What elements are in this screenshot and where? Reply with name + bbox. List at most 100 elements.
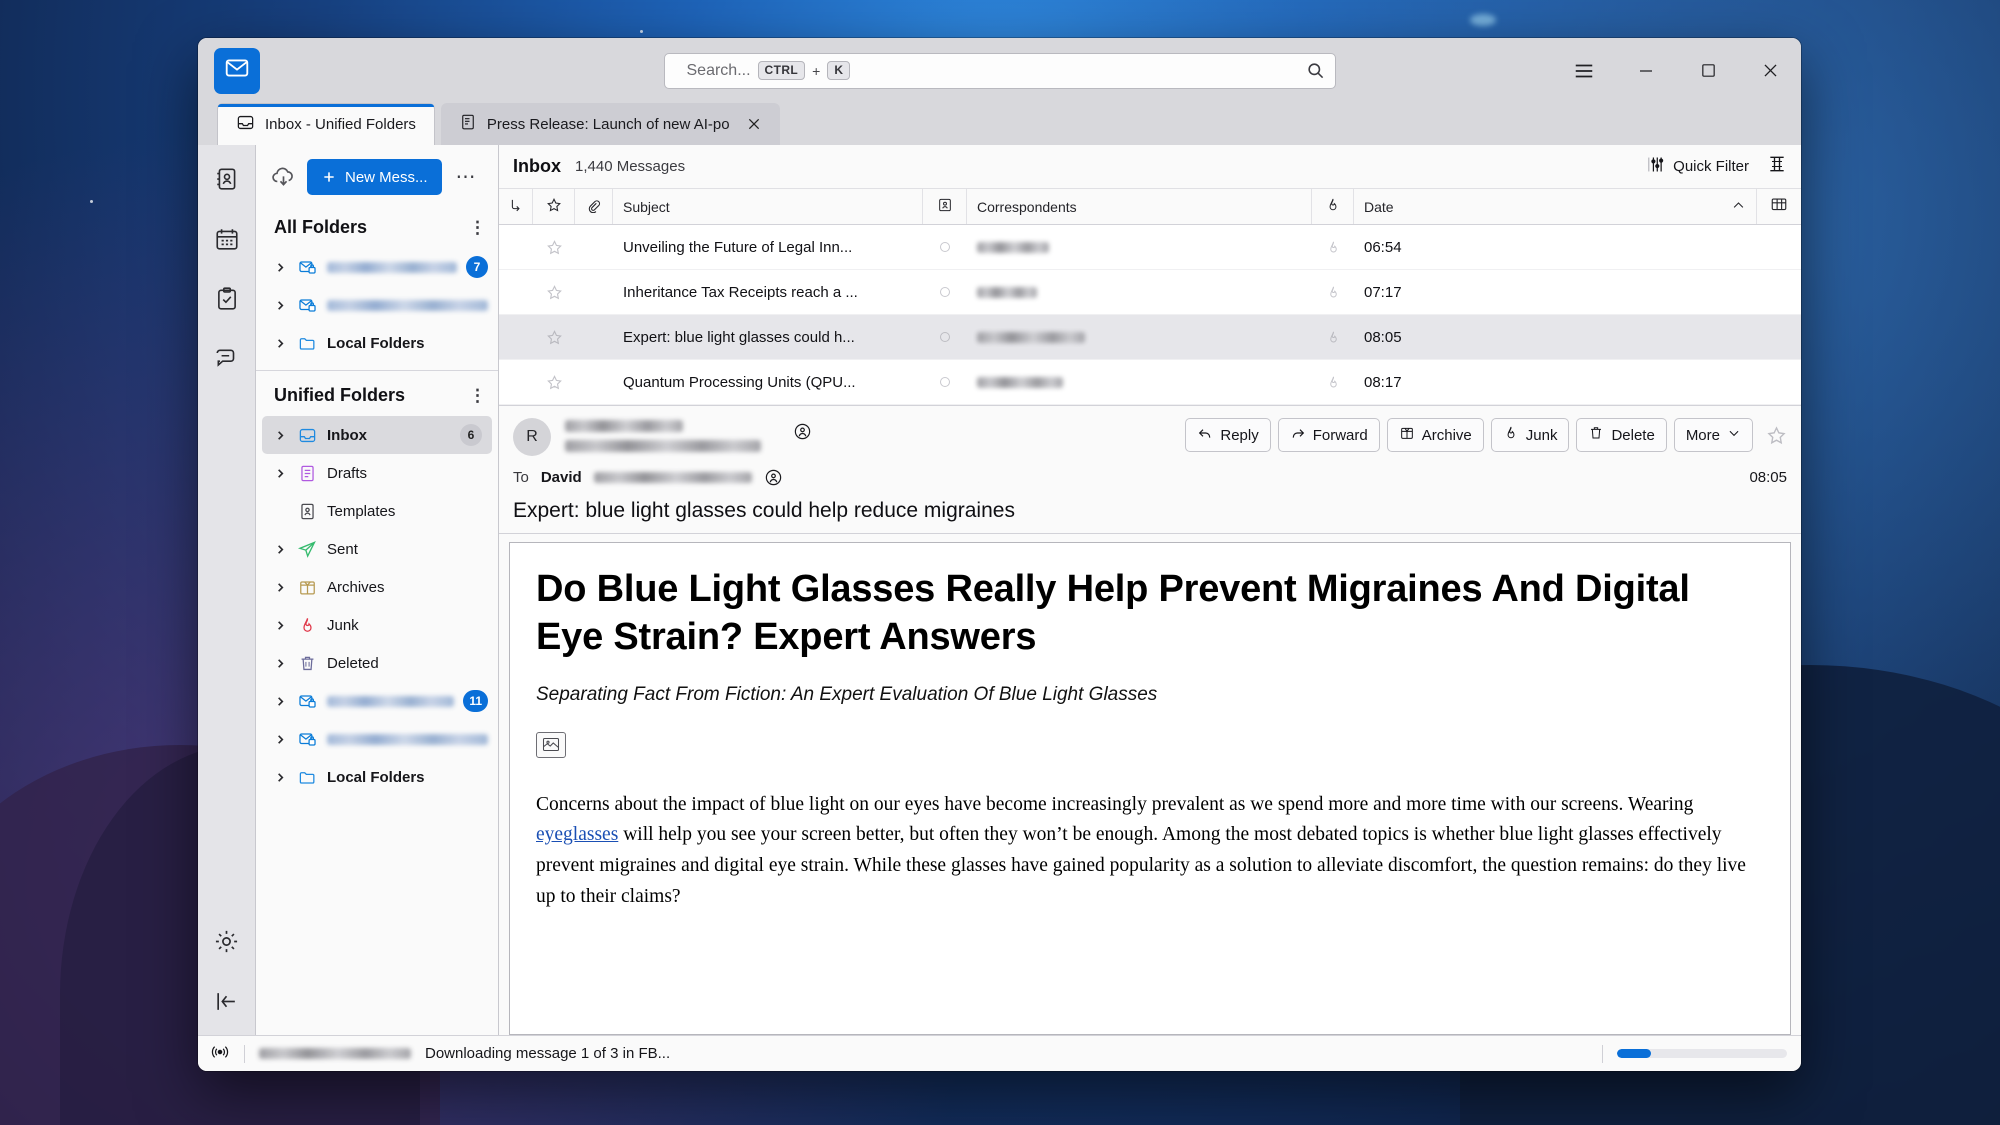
folder-icon (296, 768, 318, 787)
all-folders-kebab-icon[interactable]: ⋮ (469, 218, 486, 238)
new-message-button[interactable]: New Mess... (307, 159, 442, 195)
forward-button[interactable]: Forward (1277, 418, 1380, 452)
column-subject[interactable]: Subject (613, 189, 923, 224)
app-logo (214, 47, 260, 94)
message-subject: Unveiling the Future of Legal Inn... (623, 238, 853, 256)
recipient-line: To David 08:05 (513, 468, 1787, 487)
row-star-button[interactable] (533, 270, 575, 314)
templates-icon (296, 502, 318, 521)
add-contact-icon[interactable] (764, 468, 783, 487)
message-body: Do Blue Light Glasses Really Help Preven… (509, 542, 1791, 1035)
folder-row-junk[interactable]: Junk (256, 606, 498, 644)
cloud-download-icon[interactable] (270, 164, 297, 191)
title-bar: Search... CTRL + K (198, 38, 1801, 103)
message-row[interactable]: Inheritance Tax Receipts reach a ... 07:… (499, 270, 1801, 315)
status-bar: Downloading message 1 of 3 in FB... (198, 1035, 1801, 1071)
row-star-button[interactable] (533, 225, 575, 269)
article-paragraph: Concerns about the impact of blue light … (536, 790, 1764, 913)
column-thread[interactable] (499, 189, 533, 224)
junk-button[interactable]: Junk (1490, 418, 1570, 452)
row-star-button[interactable] (533, 360, 575, 404)
message-row-selected[interactable]: Expert: blue light glasses could h... 08… (499, 315, 1801, 360)
collapse-left-icon[interactable] (207, 981, 247, 1021)
maximize-button[interactable] (1677, 38, 1739, 103)
column-picker-button[interactable] (1757, 189, 1801, 224)
chevron-right-icon[interactable] (274, 582, 287, 593)
close-icon[interactable] (746, 116, 762, 132)
message-row[interactable]: Quantum Processing Units (QPU... 08:17 (499, 360, 1801, 405)
chevron-right-icon[interactable] (274, 620, 287, 631)
display-options-icon[interactable] (1767, 154, 1787, 179)
message-subject: Expert: blue light glasses could h... (623, 328, 855, 346)
eyeglasses-link[interactable]: eyeglasses (536, 824, 618, 845)
folder-row-inbox[interactable]: Inbox 6 (262, 416, 492, 454)
address-book-icon[interactable] (207, 159, 247, 199)
folder-row-drafts[interactable]: Drafts (256, 454, 498, 492)
folder-row-sent[interactable]: Sent (256, 530, 498, 568)
chevron-right-icon[interactable] (274, 734, 287, 745)
more-button[interactable]: More (1673, 418, 1753, 452)
article-subtitle: Separating Fact From Fiction: An Expert … (536, 683, 1158, 705)
folder-row[interactable] (256, 720, 498, 758)
chevron-right-icon[interactable] (274, 544, 287, 555)
sort-ascending-icon (1731, 198, 1746, 216)
chevron-right-icon[interactable] (274, 300, 287, 311)
chevron-right-icon[interactable] (274, 338, 287, 349)
close-button[interactable] (1739, 38, 1801, 103)
junk-icon (1503, 425, 1519, 445)
account-mail-icon (296, 258, 318, 277)
archive-button[interactable]: Archive (1386, 418, 1484, 452)
folder-row-templates[interactable]: Templates (256, 492, 498, 530)
tab-strip: Inbox - Unified Folders Press Release: L… (198, 103, 1801, 145)
tasks-icon[interactable] (207, 279, 247, 319)
tab-inbox-unified-folders[interactable]: Inbox - Unified Folders (217, 103, 435, 145)
folder-row[interactable]: 11 (256, 682, 498, 720)
quick-filter-button[interactable]: Quick Filter (1647, 156, 1749, 177)
folder-row-local-folders[interactable]: Local Folders (256, 324, 498, 362)
folder-more-button[interactable]: ⋯ (452, 167, 480, 187)
column-date[interactable]: Date (1354, 189, 1757, 224)
folder-row[interactable] (256, 286, 498, 324)
row-star-button[interactable] (533, 315, 575, 359)
archive-label: Archive (1421, 426, 1472, 444)
spaces-rail (198, 145, 256, 1035)
account-mail-icon (296, 296, 318, 315)
unified-folders-kebab-icon[interactable]: ⋮ (469, 386, 486, 406)
folder-row-archives[interactable]: Archives (256, 568, 498, 606)
search-input[interactable]: Search... CTRL + K (663, 52, 1336, 89)
chevron-right-icon[interactable] (274, 658, 287, 669)
column-tag[interactable] (923, 189, 967, 224)
column-attachment[interactable] (575, 189, 613, 224)
chevron-right-icon[interactable] (274, 430, 287, 441)
moon-glow (1470, 14, 1496, 26)
tab-press-release[interactable]: Press Release: Launch of new AI-po (440, 103, 780, 145)
column-star[interactable] (533, 189, 575, 224)
message-date: 08:17 (1364, 373, 1402, 391)
search-icon[interactable] (1306, 61, 1325, 80)
chevron-right-icon[interactable] (274, 696, 287, 707)
column-junk-status[interactable] (1312, 189, 1354, 224)
reply-button[interactable]: Reply (1185, 418, 1271, 452)
column-correspondents[interactable]: Correspondents (967, 189, 1312, 224)
star-icon[interactable] (1760, 425, 1787, 446)
minimize-button[interactable] (1615, 38, 1677, 103)
account-mail-icon (296, 730, 318, 749)
chevron-right-icon[interactable] (274, 772, 287, 783)
thread-icon (508, 198, 523, 216)
chat-icon[interactable] (207, 339, 247, 379)
unread-badge: 7 (466, 256, 488, 278)
folder-row-deleted[interactable]: Deleted (256, 644, 498, 682)
chevron-right-icon[interactable] (274, 262, 287, 273)
sent-icon (296, 539, 318, 559)
folder-row-local-folders[interactable]: Local Folders (256, 758, 498, 796)
calendar-icon[interactable] (207, 219, 247, 259)
folder-row[interactable]: 7 (256, 248, 498, 286)
add-contact-icon[interactable] (793, 422, 812, 441)
message-row[interactable]: Unveiling the Future of Legal Inn... 06:… (499, 225, 1801, 270)
junk-status-icon (1325, 197, 1341, 216)
chevron-right-icon[interactable] (274, 468, 287, 479)
hamburger-icon[interactable] (1553, 38, 1615, 103)
connection-icon (210, 1042, 230, 1066)
gear-icon[interactable] (207, 921, 247, 961)
delete-button[interactable]: Delete (1576, 418, 1667, 452)
